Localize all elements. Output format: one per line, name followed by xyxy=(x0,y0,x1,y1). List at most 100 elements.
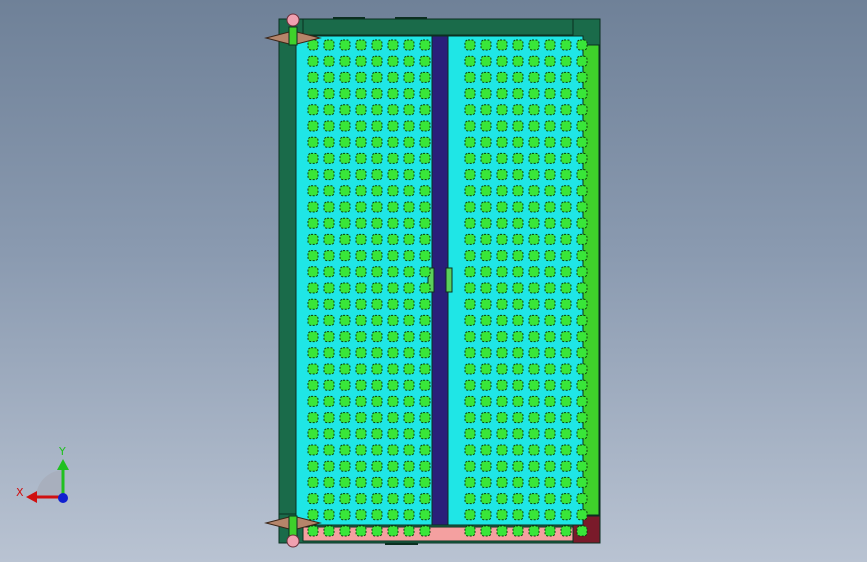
perforation-hole xyxy=(512,250,524,262)
perforation-hole xyxy=(512,314,524,326)
perforation-hole xyxy=(544,379,556,391)
perforation-hole xyxy=(403,395,415,407)
perforation-hole xyxy=(355,217,367,229)
perforation-hole xyxy=(371,331,383,343)
perforation-hole xyxy=(355,444,367,456)
perforation-hole xyxy=(419,266,431,278)
perforation-hole xyxy=(464,217,476,229)
perforation-hole xyxy=(339,185,351,197)
perforation-hole xyxy=(576,476,588,488)
perforation-hole xyxy=(371,217,383,229)
perforation-hole xyxy=(339,39,351,51)
perforation-hole xyxy=(355,525,367,537)
perforation-hole xyxy=(512,233,524,245)
perforation-hole xyxy=(339,152,351,164)
perforation-hole xyxy=(576,201,588,213)
perforation-hole xyxy=(419,71,431,83)
perforation-hole xyxy=(544,476,556,488)
perforation-hole xyxy=(496,476,508,488)
perforation-hole xyxy=(512,39,524,51)
perforation-hole xyxy=(371,347,383,359)
perforation-hole xyxy=(339,363,351,375)
perforation-hole xyxy=(371,444,383,456)
perforation-hole xyxy=(387,509,399,521)
perforation-hole xyxy=(355,395,367,407)
perforation-hole xyxy=(419,476,431,488)
perforation-hole xyxy=(560,363,572,375)
perforation-hole xyxy=(496,331,508,343)
perforation-hole xyxy=(496,395,508,407)
perforation-hole xyxy=(323,412,335,424)
perforation-hole xyxy=(307,185,319,197)
perforation-hole xyxy=(496,282,508,294)
perforation-hole xyxy=(576,233,588,245)
perforation-hole xyxy=(496,217,508,229)
perforation-hole xyxy=(560,331,572,343)
perforation-hole xyxy=(419,104,431,116)
perforation-hole xyxy=(387,217,399,229)
perforation-hole xyxy=(355,120,367,132)
perforation-hole xyxy=(464,201,476,213)
perforation-hole xyxy=(387,298,399,310)
perforation-hole xyxy=(339,282,351,294)
perforation-hole xyxy=(323,185,335,197)
perforation-hole xyxy=(512,460,524,472)
perforation-hole xyxy=(480,460,492,472)
perforation-hole xyxy=(355,55,367,67)
perforation-hole xyxy=(307,217,319,229)
perforation-hole xyxy=(371,298,383,310)
perforation-hole xyxy=(387,104,399,116)
perforation-hole xyxy=(323,266,335,278)
top-rail xyxy=(302,18,574,36)
perforation-hole xyxy=(480,120,492,132)
perforation-hole xyxy=(528,493,540,505)
perforation-hole xyxy=(512,298,524,310)
perforation-hole xyxy=(464,395,476,407)
perforation-hole xyxy=(323,509,335,521)
perforation-hole xyxy=(496,120,508,132)
perforation-hole xyxy=(403,71,415,83)
perforation-hole xyxy=(355,298,367,310)
perforation-hole xyxy=(480,347,492,359)
perforation-hole xyxy=(371,88,383,100)
perforation-hole xyxy=(528,120,540,132)
perforation-hole xyxy=(560,266,572,278)
perforation-hole xyxy=(560,412,572,424)
perforation-hole xyxy=(371,314,383,326)
perforation-hole xyxy=(560,395,572,407)
perforation-hole xyxy=(355,39,367,51)
perforation-hole xyxy=(419,169,431,181)
perforation-hole xyxy=(387,55,399,67)
perforation-hole xyxy=(387,314,399,326)
perforation-hole xyxy=(307,298,319,310)
door-handle-right[interactable] xyxy=(445,267,453,293)
cad-model-view[interactable]: Y X xyxy=(0,0,867,562)
perforation-hole xyxy=(464,39,476,51)
perforation-hole xyxy=(512,136,524,148)
perforation-hole xyxy=(576,460,588,472)
perforation-hole xyxy=(323,120,335,132)
perforation-hole xyxy=(323,476,335,488)
perforation-hole xyxy=(464,266,476,278)
perforation-hole xyxy=(528,525,540,537)
perforation-hole xyxy=(496,250,508,262)
perforation-hole xyxy=(307,233,319,245)
perforation-hole xyxy=(544,217,556,229)
perforation-hole xyxy=(496,185,508,197)
perforation-hole xyxy=(371,460,383,472)
perforation-hole xyxy=(528,428,540,440)
perforation-hole xyxy=(560,88,572,100)
graphics-viewport[interactable]: Y X xyxy=(0,0,867,562)
perforation-hole xyxy=(403,444,415,456)
perforation-hole xyxy=(339,55,351,67)
perforation-hole xyxy=(560,136,572,148)
perforation-hole xyxy=(480,136,492,148)
perforation-hole xyxy=(512,395,524,407)
perforation-hole xyxy=(512,201,524,213)
perforation-hole xyxy=(464,412,476,424)
perforation-hole xyxy=(512,55,524,67)
perforation-hole xyxy=(544,314,556,326)
perforation-hole xyxy=(480,493,492,505)
perforation-hole xyxy=(403,55,415,67)
perforation-hole xyxy=(544,120,556,132)
